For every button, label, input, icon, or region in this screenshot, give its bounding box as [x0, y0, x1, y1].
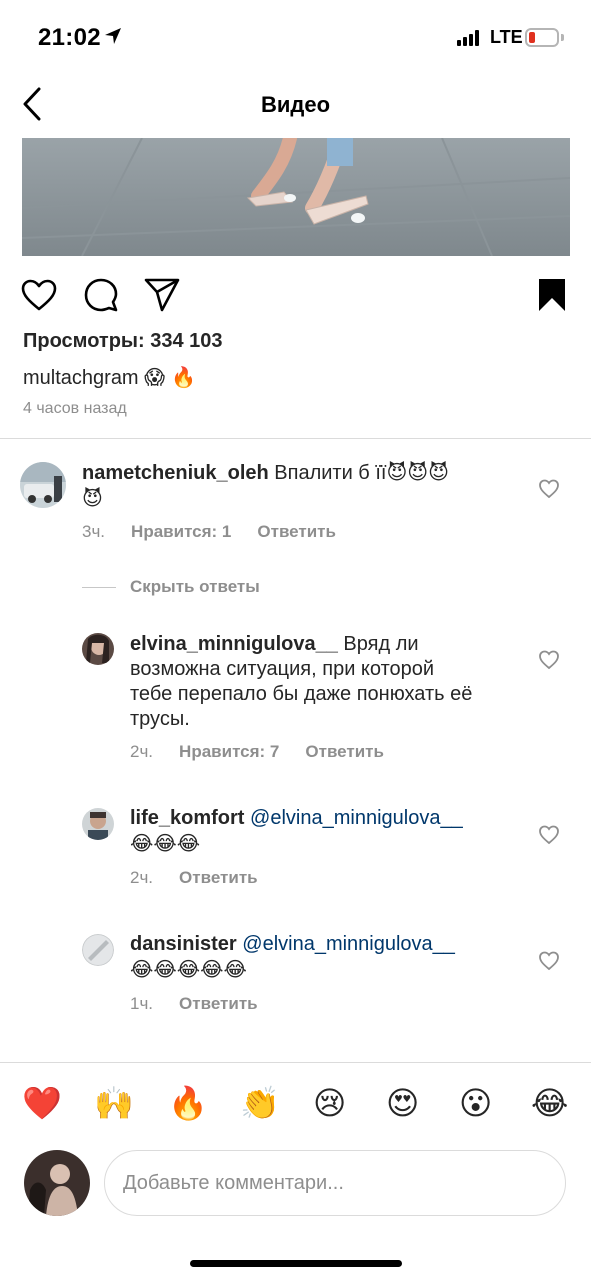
reply-text: elvina_minnigulova__ Вряд ли возможна си… — [130, 632, 520, 732]
reply-meta: 1ч. Ответить — [130, 994, 258, 1014]
reply-emoji: 😂😂😂 — [130, 831, 201, 855]
emoji-crying-face[interactable]: 😢 — [313, 1083, 346, 1123]
reply-username[interactable]: dansinister — [130, 933, 237, 955]
send-icon — [144, 278, 180, 312]
hide-replies-line — [82, 587, 116, 588]
comment-time: 3ч. — [82, 522, 106, 541]
avatar-photo — [82, 934, 114, 966]
emoji-clapping-hands[interactable]: 👏 — [240, 1083, 280, 1123]
bookmark-filled-icon — [539, 279, 565, 311]
reply-button[interactable]: Ответить — [305, 742, 384, 762]
like-button[interactable] — [20, 276, 58, 314]
share-button[interactable] — [143, 276, 181, 314]
reply-body: Вряд ли — [343, 633, 419, 655]
reply-time: 2ч. — [130, 868, 154, 887]
home-indicator — [190, 1260, 402, 1267]
divider — [0, 438, 591, 439]
reply-mention[interactable]: @elvina_minnigulova__ — [250, 807, 463, 829]
emoji-red-heart[interactable]: ❤️ — [22, 1083, 62, 1123]
signal-icon — [457, 30, 483, 46]
reply-mention[interactable]: @elvina_minnigulova__ — [242, 933, 455, 955]
emoji-fire[interactable]: 🔥 — [168, 1083, 208, 1123]
save-button[interactable] — [533, 276, 571, 314]
battery-icon — [525, 28, 559, 47]
avatar-photo — [82, 808, 114, 840]
reply-button[interactable]: Ответить — [257, 522, 336, 542]
nav-bar: Видео — [0, 76, 591, 138]
comment-icon — [84, 278, 118, 312]
heart-icon — [21, 279, 57, 311]
reply-button[interactable]: Ответить — [179, 868, 258, 888]
reply-username[interactable]: life_komfort — [130, 807, 244, 829]
comment-username[interactable]: nametcheniuk_oleh — [82, 462, 269, 484]
avatar[interactable] — [82, 934, 114, 966]
avatar[interactable] — [20, 462, 66, 508]
views-count: Просмотры: 334 103 — [23, 330, 223, 352]
avatar-photo — [20, 462, 66, 508]
quick-emoji-bar: ❤️ 🙌 🔥 👏 😢 😍 😮 😂 — [0, 1062, 591, 1142]
reply-time: 1ч. — [130, 994, 154, 1013]
reply-button[interactable]: Ответить — [179, 994, 258, 1014]
composer-avatar — [24, 1150, 90, 1216]
comment-emoji: 😈😈😈 — [386, 460, 449, 484]
comment-like-icon[interactable] — [538, 950, 560, 972]
reply-meta: 2ч. Нравится: 7 Ответить — [130, 742, 384, 762]
comment-body: Впалити б її — [274, 462, 387, 484]
emoji-heart-eyes[interactable]: 😍 — [386, 1083, 419, 1123]
comment-emoji-2: 😈 — [82, 486, 103, 510]
network-type: LTE — [490, 27, 523, 47]
emoji-surprised-face[interactable]: 😮 — [459, 1083, 492, 1123]
comment-input[interactable] — [104, 1150, 566, 1216]
reply-emoji: 😂😂😂😂😂 — [130, 957, 247, 981]
emoji-tears-of-joy[interactable]: 😂 — [531, 1083, 568, 1123]
comment-likes[interactable]: Нравится: 1 — [131, 522, 231, 542]
post-time: 4 часов назад — [23, 400, 127, 417]
reply-body-line-2: возможна ситуация, при которой — [130, 658, 435, 680]
video-player[interactable] — [22, 138, 570, 256]
caption: multachgram 😱 🔥 — [23, 365, 196, 390]
comment-like-icon[interactable] — [538, 824, 560, 846]
avatar[interactable] — [82, 808, 114, 840]
comment-text: nametcheniuk_oleh Впалити б її😈😈😈 😈 — [82, 460, 502, 512]
reply-time: 2ч. — [130, 742, 154, 761]
hide-replies-button[interactable]: Скрыть ответы — [130, 577, 260, 597]
comment-button[interactable] — [82, 276, 120, 314]
comment-like-icon[interactable] — [538, 649, 560, 671]
page-title: Видео — [260, 92, 331, 117]
emoji-raised-hands[interactable]: 🙌 — [94, 1083, 134, 1123]
reply-text: life_komfort @elvina_minnigulova__ 😂😂😂 — [130, 806, 520, 857]
caption-emoji: 😱 🔥 — [144, 365, 197, 389]
reply-text: dansinister @elvina_minnigulova__ 😂😂😂😂😂 — [130, 932, 520, 983]
reply-body-line-3: тебе перепало бы даже понюхать её — [130, 683, 473, 705]
reply-meta: 2ч. Ответить — [130, 868, 258, 888]
comment-like-icon[interactable] — [538, 478, 560, 500]
post-actions — [0, 270, 591, 316]
status-bar: 21:02 LTE — [0, 0, 591, 76]
location-arrow-icon — [105, 28, 121, 44]
reply-likes[interactable]: Нравится: 7 — [179, 742, 279, 762]
status-time: 21:02 — [38, 24, 101, 51]
caption-username[interactable]: multachgram — [23, 367, 139, 389]
avatar-photo — [24, 1150, 90, 1216]
comment-meta: 3ч. Нравится: 1 Ответить — [82, 522, 336, 542]
avatar-photo — [82, 633, 114, 665]
reply-username[interactable]: elvina_minnigulova__ — [130, 633, 338, 655]
reply-body-line-4: трусы. — [130, 708, 190, 730]
avatar[interactable] — [82, 633, 114, 665]
video-frame — [22, 138, 570, 256]
